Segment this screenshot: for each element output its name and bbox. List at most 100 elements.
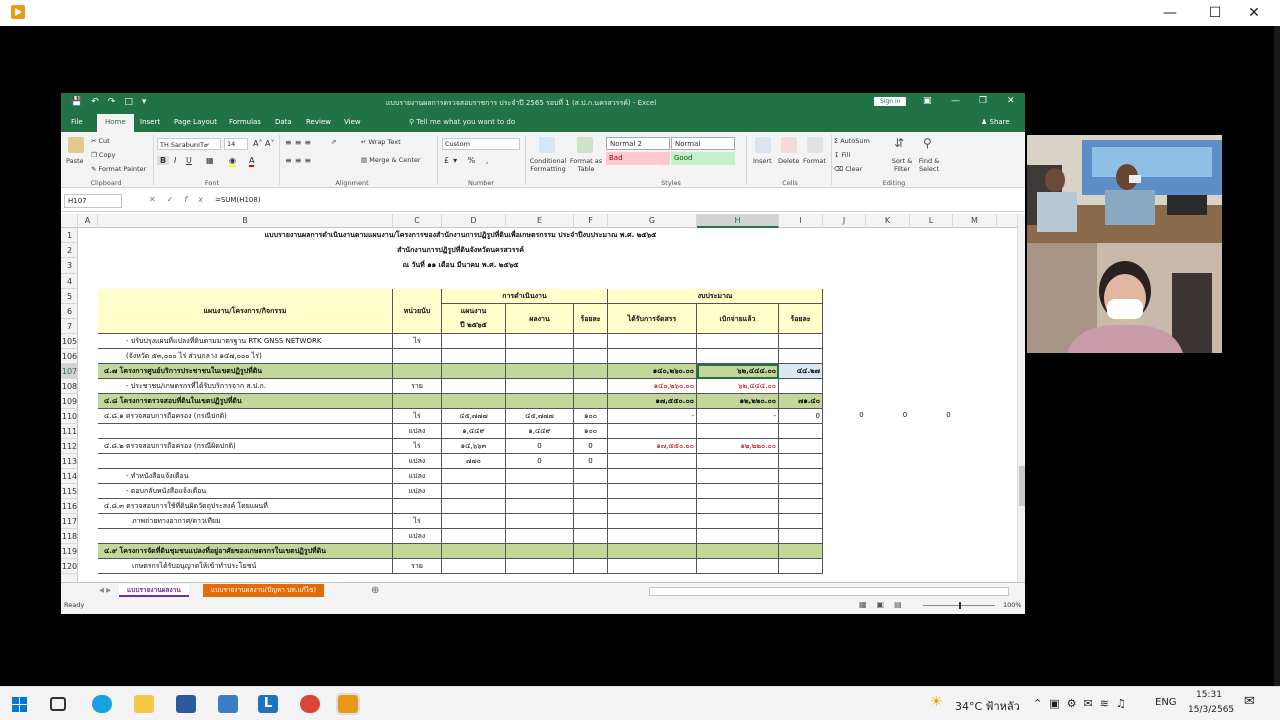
cell-g119[interactable] [608,544,697,559]
cell-f117[interactable] [574,514,608,529]
find-select-icon[interactable]: ⚲ [923,136,932,150]
col-header-e[interactable]: E [506,214,574,228]
stray-cell-l110[interactable]: 0 [927,408,970,423]
cell-b105[interactable]: - ปรับปรุงแผนที่แปลงที่ดินตามมาตรฐาน RTK… [98,334,393,349]
cell-e116[interactable] [506,499,574,514]
header-operation[interactable]: การดำเนินงาน [442,289,608,304]
redo-icon[interactable]: ↷ [108,97,116,107]
cell-h108[interactable]: ๖๒,๔๔๔.๐๐ [697,379,779,394]
header-allocated[interactable]: ได้รับการจัดสรร [608,304,697,334]
cell-d111[interactable]: ๑,๔๔๙ [442,424,506,439]
cell-e109[interactable] [506,394,574,409]
cell-b111[interactable] [98,424,393,439]
cell-f111[interactable]: ๑๐๐ [574,424,608,439]
store-icon[interactable] [176,695,196,713]
orientation-icon[interactable]: ⇗ [331,138,336,146]
cell-d109[interactable] [442,394,506,409]
conditional-formatting-button[interactable]: Conditional Formatting [527,157,569,173]
cell-b119[interactable]: ๔.๙ โครงการจัดที่ดินชุมชนแปลงที่อยู่อาศั… [98,544,393,559]
number-format-select[interactable]: Custom [442,138,520,150]
cell-h118[interactable] [697,529,779,544]
header-percent-budget[interactable]: ร้อยละ [779,304,823,334]
format-painter-button[interactable]: ✎ Format Painter [91,165,146,173]
cell-f116[interactable] [574,499,608,514]
row-header[interactable]: 113 [61,454,78,469]
header-plan[interactable]: แผนงาน/โครงการ/กิจกรรม [98,289,393,334]
cell-d105[interactable] [442,334,506,349]
cell-i114[interactable] [779,469,823,484]
row-header[interactable]: 115 [61,484,78,499]
cell-g120[interactable] [608,559,697,574]
cell-e110[interactable]: ๔๕,๗๗๗ [506,409,574,424]
cell-c118[interactable]: แปลง [393,529,442,544]
cell-g115[interactable] [608,484,697,499]
cell-b108[interactable]: - ประชาชน/เกษตรกรที่ได้รับบริการจาก ส.ป.… [98,379,393,394]
row-header[interactable]: 118 [61,529,78,544]
cell-h110[interactable]: - [697,409,779,424]
copy-button[interactable]: ❐ Copy [91,151,115,159]
row-header[interactable]: 7 [61,319,78,334]
cell-e118[interactable] [506,529,574,544]
system-tray-icons[interactable]: ⌃▣⚙✉≋♫ [1033,697,1133,710]
merge-center-button[interactable]: ▤ Merge & Center [361,156,421,164]
cell-i116[interactable] [779,499,823,514]
sign-in-button[interactable]: Sign in [874,97,907,106]
tab-insert[interactable]: Insert [140,118,160,126]
row-header[interactable]: 107 [61,364,78,379]
cell-d120[interactable] [442,559,506,574]
cell-f114[interactable] [574,469,608,484]
weather-icon[interactable]: ☀ [930,694,943,710]
row-header[interactable]: 110 [61,409,78,424]
autosum-button[interactable]: Σ AutoSum [834,137,870,145]
tab-data[interactable]: Data [275,118,292,126]
cell-f115[interactable] [574,484,608,499]
cell-g113[interactable] [608,454,697,469]
cell-f120[interactable] [574,559,608,574]
cell-i110[interactable]: 0 [779,409,823,424]
cell-h113[interactable] [697,454,779,469]
cell-h106[interactable] [697,349,779,364]
cell-d112[interactable]: ๑๔,๖๖๓ [442,439,506,454]
cell-d116[interactable] [442,499,506,514]
cell-e117[interactable] [506,514,574,529]
col-header-i[interactable]: I [779,214,823,228]
row-header[interactable]: 5 [61,289,78,304]
cell-e113[interactable]: 0 [506,454,574,469]
cell-b112[interactable]: ๔.๘.๒ ตรวจสอบการถือครอง (กรณีผิดปกติ) [98,439,393,454]
cell-h116[interactable] [697,499,779,514]
cell-i120[interactable] [779,559,823,574]
new-file-icon[interactable]: □ [124,97,133,107]
maximize-icon[interactable]: ☐ [1195,0,1235,26]
cell-g117[interactable] [608,514,697,529]
clear-button[interactable]: ⌫ Clear [834,165,862,173]
excel-restore-icon[interactable]: ❐ [979,96,987,106]
line-app-icon[interactable]: L [258,695,278,713]
cell-h109[interactable]: ๑๒,๒๒๐.๐๐ [697,394,779,409]
view-mode-icons[interactable]: ▦▣▤ [859,600,912,609]
col-header-g[interactable]: G [608,214,697,228]
tell-me-box[interactable]: ⚲ Tell me what you want to do [409,118,515,126]
row-header[interactable]: 120 [61,559,78,574]
formula-input[interactable]: =SUM(H108) [215,196,261,204]
cell-h119[interactable] [697,544,779,559]
cell-g106[interactable] [608,349,697,364]
cell-g107[interactable]: ๑๔๐,๒๖๐.๐๐ [608,364,697,379]
fill-button[interactable]: ↧ Fill [834,151,850,159]
tab-page-layout[interactable]: Page Layout [174,118,217,126]
align-top-icons[interactable]: ≡≡≡ [285,138,314,147]
undo-icon[interactable]: ↶ [91,97,99,107]
cell-b113[interactable] [98,454,393,469]
mail-icon[interactable] [218,695,238,713]
cell-b106[interactable]: (จังหวัด ๕๓,๐๐๐ ไร่ ส่วนกลาง ๑๔๗,๐๐๐ ไร่… [98,349,393,364]
cell-d117[interactable] [442,514,506,529]
stray-cell-k110[interactable]: 0 [883,408,927,423]
fill-color-icon[interactable]: ◉ [229,156,236,167]
cell-i119[interactable] [779,544,823,559]
close-icon[interactable]: ✕ [1234,0,1274,26]
cell-h105[interactable] [697,334,779,349]
cell-i106[interactable] [779,349,823,364]
row-header[interactable]: 106 [61,349,78,364]
cell-h112[interactable]: ๑๒,๒๒๐.๐๐ [697,439,779,454]
col-header-c[interactable]: C [393,214,442,228]
cell-h115[interactable] [697,484,779,499]
